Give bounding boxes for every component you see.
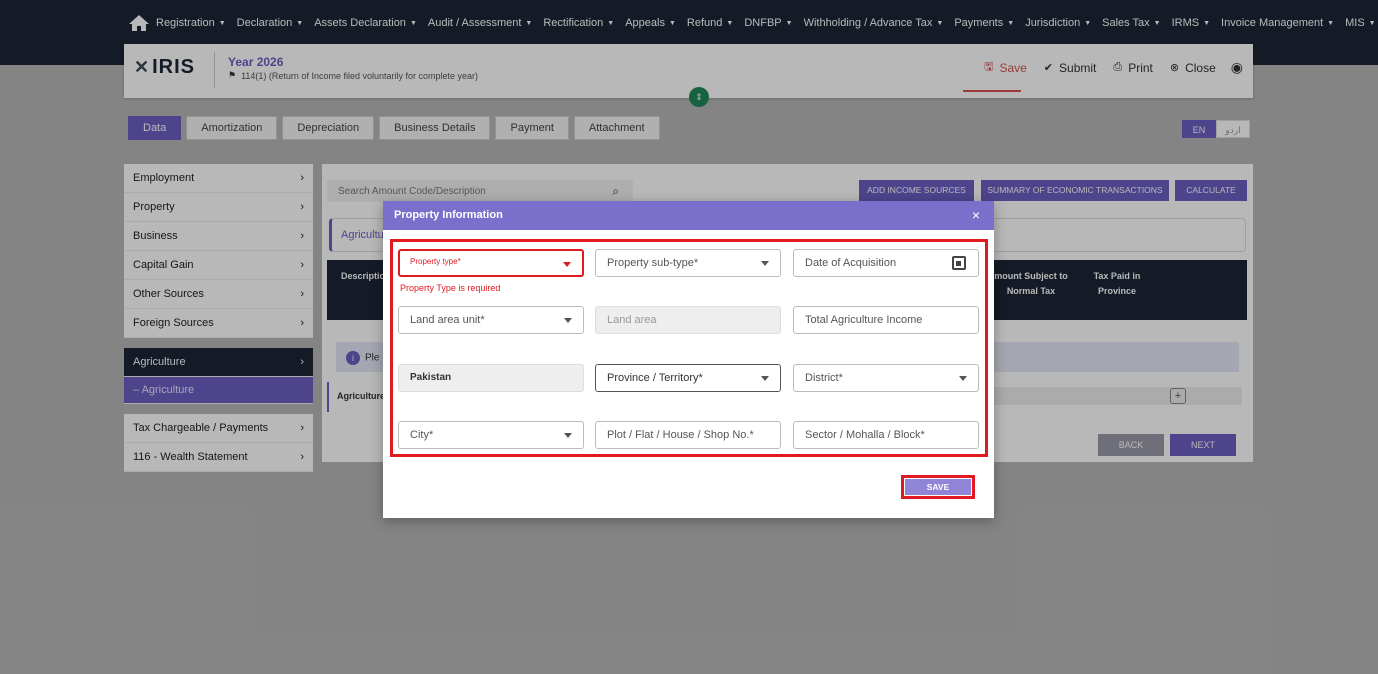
modal-save-button[interactable]: SAVE [905,479,971,495]
close-icon[interactable]: × [972,207,980,223]
caret-down-icon [959,376,967,381]
sector-mohalla-input[interactable]: Sector / Mohalla / Block* [793,421,979,449]
calendar-icon[interactable] [952,256,966,270]
city-select[interactable]: City* [398,421,584,449]
property-type-error: Property Type is required [400,283,501,293]
caret-down-icon [564,433,572,438]
property-type-select[interactable]: Property type* [398,249,584,277]
plot-number-input[interactable]: Plot / Flat / House / Shop No.* [595,421,781,449]
caret-down-icon [563,262,571,267]
caret-down-icon [761,261,769,266]
property-information-modal: Property Information × Property type* Pr… [383,201,994,518]
modal-title: Property Information [394,209,503,221]
total-agriculture-income-input[interactable]: Total Agriculture Income [793,306,979,334]
country-field: Pakistan [398,364,584,392]
land-area-unit-select[interactable]: Land area unit* [398,306,584,334]
caret-down-icon [761,376,769,381]
modal-header: Property Information × [383,201,994,230]
date-of-acquisition-input[interactable]: Date of Acquisition [793,249,979,277]
province-select[interactable]: Province / Territory* [595,364,781,392]
caret-down-icon [564,318,572,323]
land-area-input: Land area [595,306,781,334]
district-select[interactable]: District* [793,364,979,392]
property-subtype-select[interactable]: Property sub-type* [595,249,781,277]
